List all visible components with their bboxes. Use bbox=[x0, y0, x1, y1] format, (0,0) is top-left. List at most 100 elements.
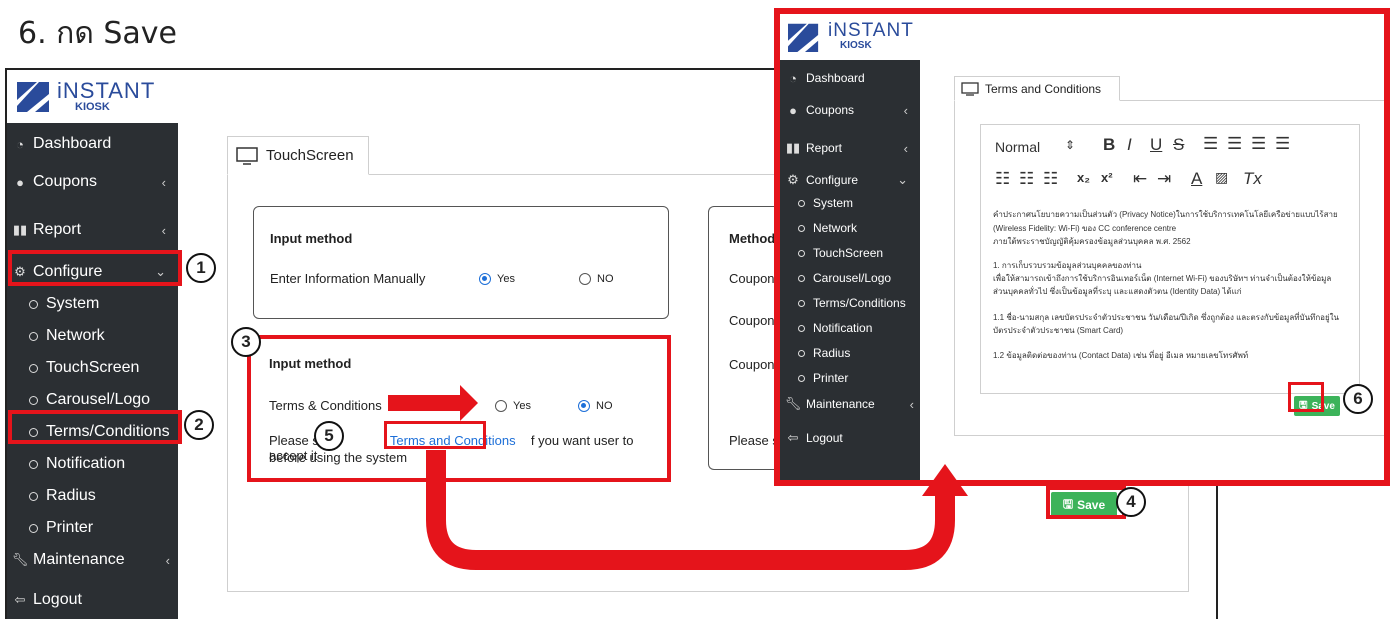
align-justify-icon[interactable]: ☰ bbox=[1275, 134, 1290, 154]
circle-icon bbox=[29, 459, 38, 469]
chevron-down-icon: ⌄ bbox=[897, 172, 908, 187]
sidebar-item-label: Notification bbox=[46, 455, 126, 472]
sidebar-item-system[interactable]: System bbox=[780, 194, 920, 212]
circle-icon bbox=[29, 523, 38, 533]
sidebar-item-label: System bbox=[46, 295, 100, 312]
underline-button[interactable]: U bbox=[1150, 135, 1162, 155]
row-label: Please s bbox=[729, 433, 779, 448]
clear-format-button[interactable]: Tx bbox=[1243, 169, 1262, 189]
row-label: Coupon bbox=[729, 313, 775, 328]
tab-touchscreen[interactable]: TouchScreen bbox=[227, 136, 369, 175]
content-line: เพื่อให้สามารถเข้าถึงการใช้บริการอินเทอร… bbox=[993, 274, 1332, 283]
section-title: Method bbox=[729, 231, 776, 246]
logo-sub: KIOSK bbox=[840, 40, 872, 51]
sidebar-item-logout[interactable]: ⇦ Logout bbox=[780, 428, 920, 448]
sidebar-item-network[interactable]: Network bbox=[780, 219, 920, 237]
sidebar-item-label: Printer bbox=[813, 371, 849, 385]
text-color-icon[interactable]: A bbox=[1191, 169, 1202, 189]
radio-no-label: NO bbox=[597, 273, 614, 285]
radio-yes[interactable] bbox=[479, 273, 491, 285]
sidebar-item-label: Carousel/Logo bbox=[813, 271, 892, 285]
sidebar-item-label: TouchScreen bbox=[46, 359, 140, 376]
sidebar-item-notification[interactable]: Notification bbox=[780, 319, 920, 337]
tag-icon: ● bbox=[789, 102, 797, 118]
sidebar-item-label: Printer bbox=[46, 519, 94, 536]
sidebar-item-report[interactable]: ▮▮ Report ‹ bbox=[780, 138, 920, 158]
bullet-list-icon[interactable]: ☷ bbox=[1019, 169, 1034, 189]
sidebar-item-printer[interactable]: Printer bbox=[780, 369, 920, 387]
sidebar-item-touchscreen[interactable]: TouchScreen bbox=[7, 357, 178, 379]
sidebar-item-printer[interactable]: Printer bbox=[7, 517, 178, 539]
sidebar-item-carousel-logo[interactable]: Carousel/Logo bbox=[7, 389, 178, 411]
indent-icon[interactable]: ⇥ bbox=[1157, 169, 1171, 189]
bold-button[interactable]: B bbox=[1103, 135, 1115, 155]
sidebar-item-label: Report bbox=[33, 221, 82, 238]
outdent-icon[interactable]: ⇤ bbox=[1133, 169, 1147, 189]
sidebar-item-report[interactable]: ▮▮ Report ‹ bbox=[7, 219, 178, 241]
rich-text-editor[interactable]: Normal ⇕ B I U S ☰ ☰ ☰ ☰ ☷ ☷ ☷ x₂ x² ⇤ ⇥… bbox=[980, 124, 1360, 394]
format-select[interactable]: Normal bbox=[995, 139, 1040, 155]
sidebar-item-radius[interactable]: Radius bbox=[780, 344, 920, 362]
strike-button[interactable]: S bbox=[1173, 135, 1184, 155]
monitor-icon bbox=[961, 81, 979, 96]
left-sidebar: ◔ Dashboard ● Coupons ‹ ▮▮ Report ‹ ⚙ Co… bbox=[7, 123, 178, 619]
sidebar-item-label: Radius bbox=[46, 487, 96, 504]
sidebar-item-label: Radius bbox=[813, 346, 851, 360]
tab-label: Terms and Conditions bbox=[985, 81, 1102, 96]
sidebar-item-maintenance[interactable]: 🔧︎ Maintenance ‹ bbox=[7, 549, 178, 571]
monitor-icon bbox=[236, 146, 258, 165]
chevron-left-icon: ‹ bbox=[165, 552, 170, 568]
sidebar-item-radius[interactable]: Radius bbox=[7, 485, 178, 507]
subscript-button[interactable]: x₂ bbox=[1077, 170, 1090, 185]
step-badge-4: 4 bbox=[1116, 487, 1146, 517]
ordered-list-icon[interactable]: ☷ bbox=[995, 169, 1010, 189]
align-left-icon[interactable]: ☰ bbox=[1203, 134, 1218, 154]
circle-icon bbox=[798, 374, 805, 382]
sidebar-item-network[interactable]: Network bbox=[7, 325, 178, 347]
row-label: Coupon bbox=[729, 271, 775, 286]
tab-label: TouchScreen bbox=[266, 147, 354, 164]
sidebar-item-maintenance[interactable]: 🔧︎ Maintenance ‹ bbox=[780, 394, 920, 414]
sidebar-item-system[interactable]: System bbox=[7, 293, 178, 315]
checklist-icon[interactable]: ☷ bbox=[1043, 169, 1058, 189]
sidebar-item-label: System bbox=[813, 196, 854, 210]
align-center-icon[interactable]: ☰ bbox=[1227, 134, 1242, 154]
highlight-terms-conditions bbox=[8, 410, 182, 444]
circle-icon bbox=[798, 299, 805, 307]
sidebar-item-configure[interactable]: ⚙ Configure ⌄ bbox=[780, 170, 920, 190]
superscript-button[interactable]: x² bbox=[1101, 170, 1113, 185]
sidebar-item-carousel-logo[interactable]: Carousel/Logo bbox=[780, 269, 920, 287]
row-label: Coupon bbox=[729, 357, 775, 372]
sidebar-item-label: Dashboard bbox=[806, 71, 865, 85]
sidebar-item-coupons[interactable]: ● Coupons ‹ bbox=[7, 171, 178, 193]
sidebar-item-terms-conditions[interactable]: Terms/Conditions bbox=[780, 294, 920, 312]
sidebar-item-label: Logout bbox=[33, 591, 82, 608]
italic-button[interactable]: I bbox=[1127, 135, 1132, 155]
content-line: 1.2 ข้อมูลติดต่อของท่าน (Contact Data) เ… bbox=[993, 351, 1249, 360]
chevron-left-icon: ‹ bbox=[903, 102, 908, 118]
dashboard-icon: ◔ bbox=[789, 70, 797, 86]
sidebar-item-label: Carousel/Logo bbox=[46, 391, 151, 408]
sidebar-item-logout[interactable]: ⇦ Logout bbox=[7, 589, 178, 611]
sidebar-item-label: Configure bbox=[806, 173, 859, 187]
radio-no[interactable] bbox=[579, 273, 591, 285]
circle-icon bbox=[798, 324, 805, 332]
align-right-icon[interactable]: ☰ bbox=[1251, 134, 1266, 154]
circle-icon bbox=[29, 331, 38, 341]
circle-icon bbox=[29, 299, 38, 309]
background-color-icon[interactable]: ▨ bbox=[1215, 169, 1228, 186]
logo-brand: iNSTANT bbox=[828, 20, 914, 41]
sidebar-item-notification[interactable]: Notification bbox=[7, 453, 178, 475]
chevron-left-icon: ‹ bbox=[161, 222, 166, 238]
step-badge-5: 5 bbox=[314, 421, 344, 451]
sidebar-item-label: Network bbox=[813, 221, 858, 235]
sidebar-item-dashboard[interactable]: ◔ Dashboard bbox=[780, 68, 920, 88]
sidebar-item-touchscreen[interactable]: TouchScreen bbox=[780, 244, 920, 262]
row-label: Enter Information Manually bbox=[270, 271, 426, 286]
sidebar-item-label: Report bbox=[806, 141, 843, 155]
tab-terms-conditions[interactable]: Terms and Conditions bbox=[954, 76, 1120, 101]
sidebar-item-dashboard[interactable]: ◔ Dashboard bbox=[7, 133, 178, 155]
sidebar-item-coupons[interactable]: ● Coupons ‹ bbox=[780, 100, 920, 120]
circle-icon bbox=[29, 363, 38, 373]
input-method-box: Input method Enter Information Manually … bbox=[253, 206, 669, 319]
